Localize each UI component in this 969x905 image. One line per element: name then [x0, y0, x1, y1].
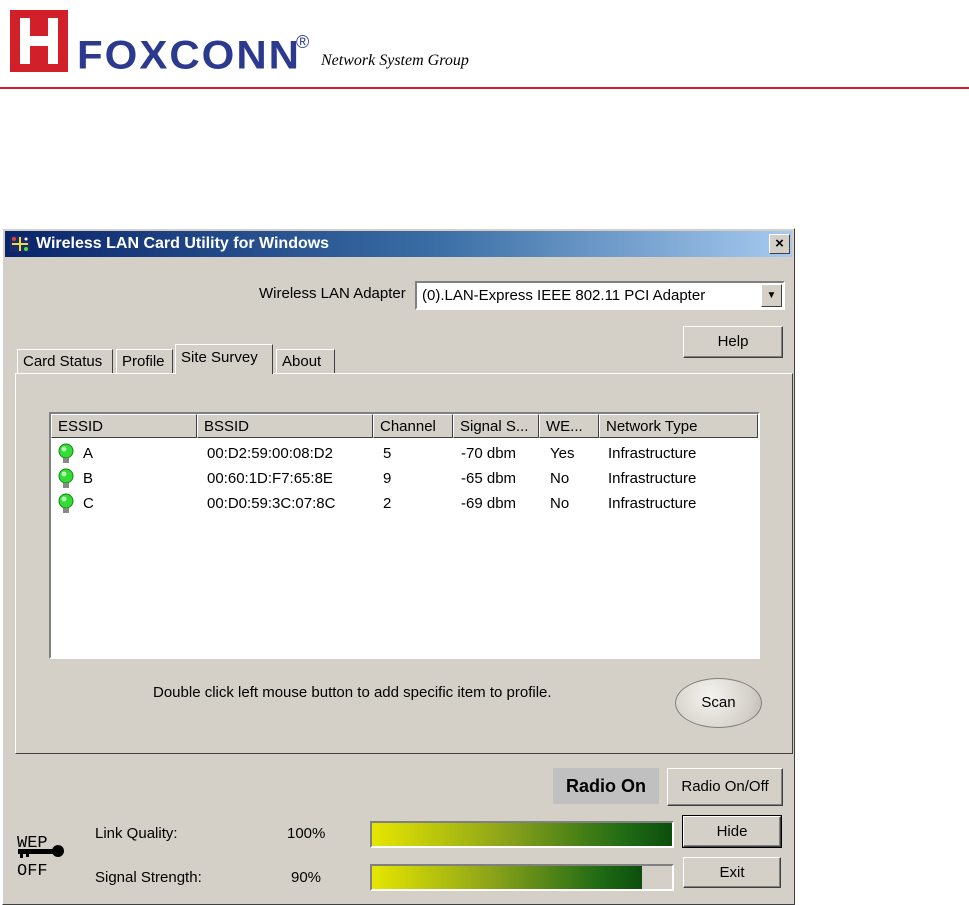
- cell-network-type: Infrastructure: [608, 470, 697, 487]
- cell-bssid: 00:60:1D:F7:65:8E: [207, 470, 333, 487]
- cell-signal: -69 dbm: [461, 495, 517, 512]
- radio-toggle-button[interactable]: Radio On/Off: [667, 768, 783, 806]
- tab-about[interactable]: About: [276, 349, 335, 374]
- network-app-icon: [10, 236, 30, 252]
- wep-line2: OFF: [17, 862, 48, 881]
- signal-strength-value: 90%: [291, 869, 322, 886]
- tab-profile[interactable]: Profile: [116, 349, 173, 374]
- table-row[interactable]: C 00:D0:59:3C:07:8C 2 -69 dbm No Infrast…: [51, 492, 758, 516]
- title-bar[interactable]: Wireless LAN Card Utility for Windows ×: [5, 231, 792, 257]
- hide-button[interactable]: Hide: [682, 815, 782, 848]
- tab-site-survey[interactable]: Site Survey: [175, 344, 273, 374]
- signal-bulb-icon: [58, 443, 74, 463]
- column-bssid[interactable]: BSSID: [197, 414, 373, 438]
- cell-bssid: 00:D0:59:3C:07:8C: [207, 495, 336, 512]
- cell-channel: 5: [383, 445, 392, 462]
- link-quality-value: 100%: [287, 825, 326, 842]
- foxconn-logo-mark: [10, 10, 68, 72]
- tab-card-status[interactable]: Card Status: [17, 349, 113, 374]
- cell-essid: A: [83, 445, 94, 462]
- link-quality-fill: [372, 823, 672, 846]
- link-quality-bar: [370, 821, 674, 848]
- column-essid[interactable]: ESSID: [51, 414, 197, 438]
- list-header: ESSID BSSID Channel Signal S... WE... Ne…: [51, 414, 758, 438]
- help-button[interactable]: Help: [683, 326, 783, 358]
- cell-network-type: Infrastructure: [608, 445, 697, 462]
- network-list[interactable]: ESSID BSSID Channel Signal S... WE... Ne…: [49, 412, 760, 659]
- cell-signal: -65 dbm: [461, 470, 517, 487]
- link-quality-label: Link Quality:: [95, 825, 178, 842]
- exit-button[interactable]: Exit: [683, 857, 781, 888]
- wep-key-icon: WEP OFF: [17, 834, 64, 881]
- cell-channel: 9: [383, 470, 392, 487]
- column-channel[interactable]: Channel: [373, 414, 453, 438]
- registered-mark: ®: [296, 32, 310, 52]
- brand-name: FOXCONN: [77, 32, 301, 77]
- scan-button[interactable]: Scan: [675, 678, 762, 728]
- radio-status: Radio On: [553, 768, 659, 804]
- adapter-value: (0).LAN-Express IEEE 802.11 PCI Adapter: [422, 287, 706, 304]
- signal-bulb-icon: [58, 468, 74, 488]
- signal-bulb-icon: [58, 493, 74, 513]
- adapter-select[interactable]: (0).LAN-Express IEEE 802.11 PCI Adapter …: [415, 281, 785, 310]
- cell-channel: 2: [383, 495, 392, 512]
- signal-strength-fill: [372, 866, 642, 889]
- cell-signal: -70 dbm: [461, 445, 517, 462]
- cell-network-type: Infrastructure: [608, 495, 697, 512]
- dropdown-arrow-icon[interactable]: ▼: [761, 284, 782, 307]
- cell-bssid: 00:D2:59:00:08:D2: [207, 445, 333, 462]
- table-row[interactable]: A 00:D2:59:00:08:D2 5 -70 dbm Yes Infras…: [51, 442, 758, 466]
- column-signal[interactable]: Signal S...: [453, 414, 539, 438]
- table-row[interactable]: B 00:60:1D:F7:65:8E 9 -65 dbm No Infrast…: [51, 467, 758, 491]
- cell-wep: Yes: [550, 445, 575, 462]
- signal-strength-label: Signal Strength:: [95, 869, 202, 886]
- adapter-label: Wireless LAN Adapter: [259, 285, 406, 302]
- signal-strength-bar: [370, 864, 674, 891]
- tab-bar: Card Status Profile Site Survey About: [15, 342, 345, 374]
- window-title: Wireless LAN Card Utility for Windows: [36, 235, 330, 252]
- close-button[interactable]: ×: [769, 234, 790, 254]
- cell-wep: No: [550, 470, 570, 487]
- cell-essid: B: [83, 470, 94, 487]
- brand-group: Network System Group: [321, 52, 469, 69]
- hint-text: Double click left mouse button to add sp…: [153, 684, 552, 701]
- cell-essid: C: [83, 495, 94, 512]
- cell-wep: No: [550, 495, 570, 512]
- column-network-type[interactable]: Network Type: [599, 414, 758, 438]
- column-wep[interactable]: WE...: [539, 414, 599, 438]
- header-divider: [0, 87, 969, 89]
- foxconn-logo: FOXCONN ® Network System Group: [10, 10, 710, 74]
- utility-window: Wireless LAN Card Utility for Windows × …: [2, 228, 795, 905]
